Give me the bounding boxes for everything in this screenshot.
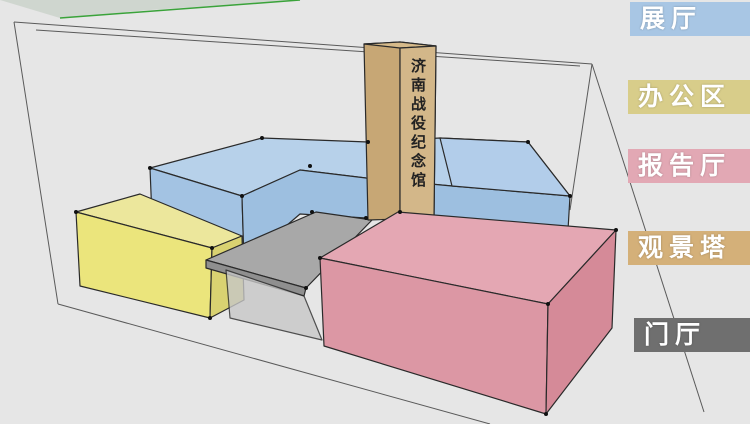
- legend-item-entrance-hall: 门厅: [634, 318, 750, 352]
- model-viewport[interactable]: 济南战役纪念馆: [0, 0, 750, 424]
- stage: 济南战役纪念馆 展厅 办公区 报告厅 观景塔 门厅: [0, 0, 750, 424]
- legend-item-lecture-hall: 报告厅: [628, 149, 750, 183]
- legend-item-exhibition-hall: 展厅: [630, 2, 750, 36]
- legend-item-office-area: 办公区: [628, 80, 750, 114]
- legend-item-viewing-tower: 观景塔: [628, 231, 750, 265]
- tower-inscription: 济南战役纪念馆: [409, 57, 427, 191]
- lecture-hall-volume[interactable]: [319, 211, 617, 415]
